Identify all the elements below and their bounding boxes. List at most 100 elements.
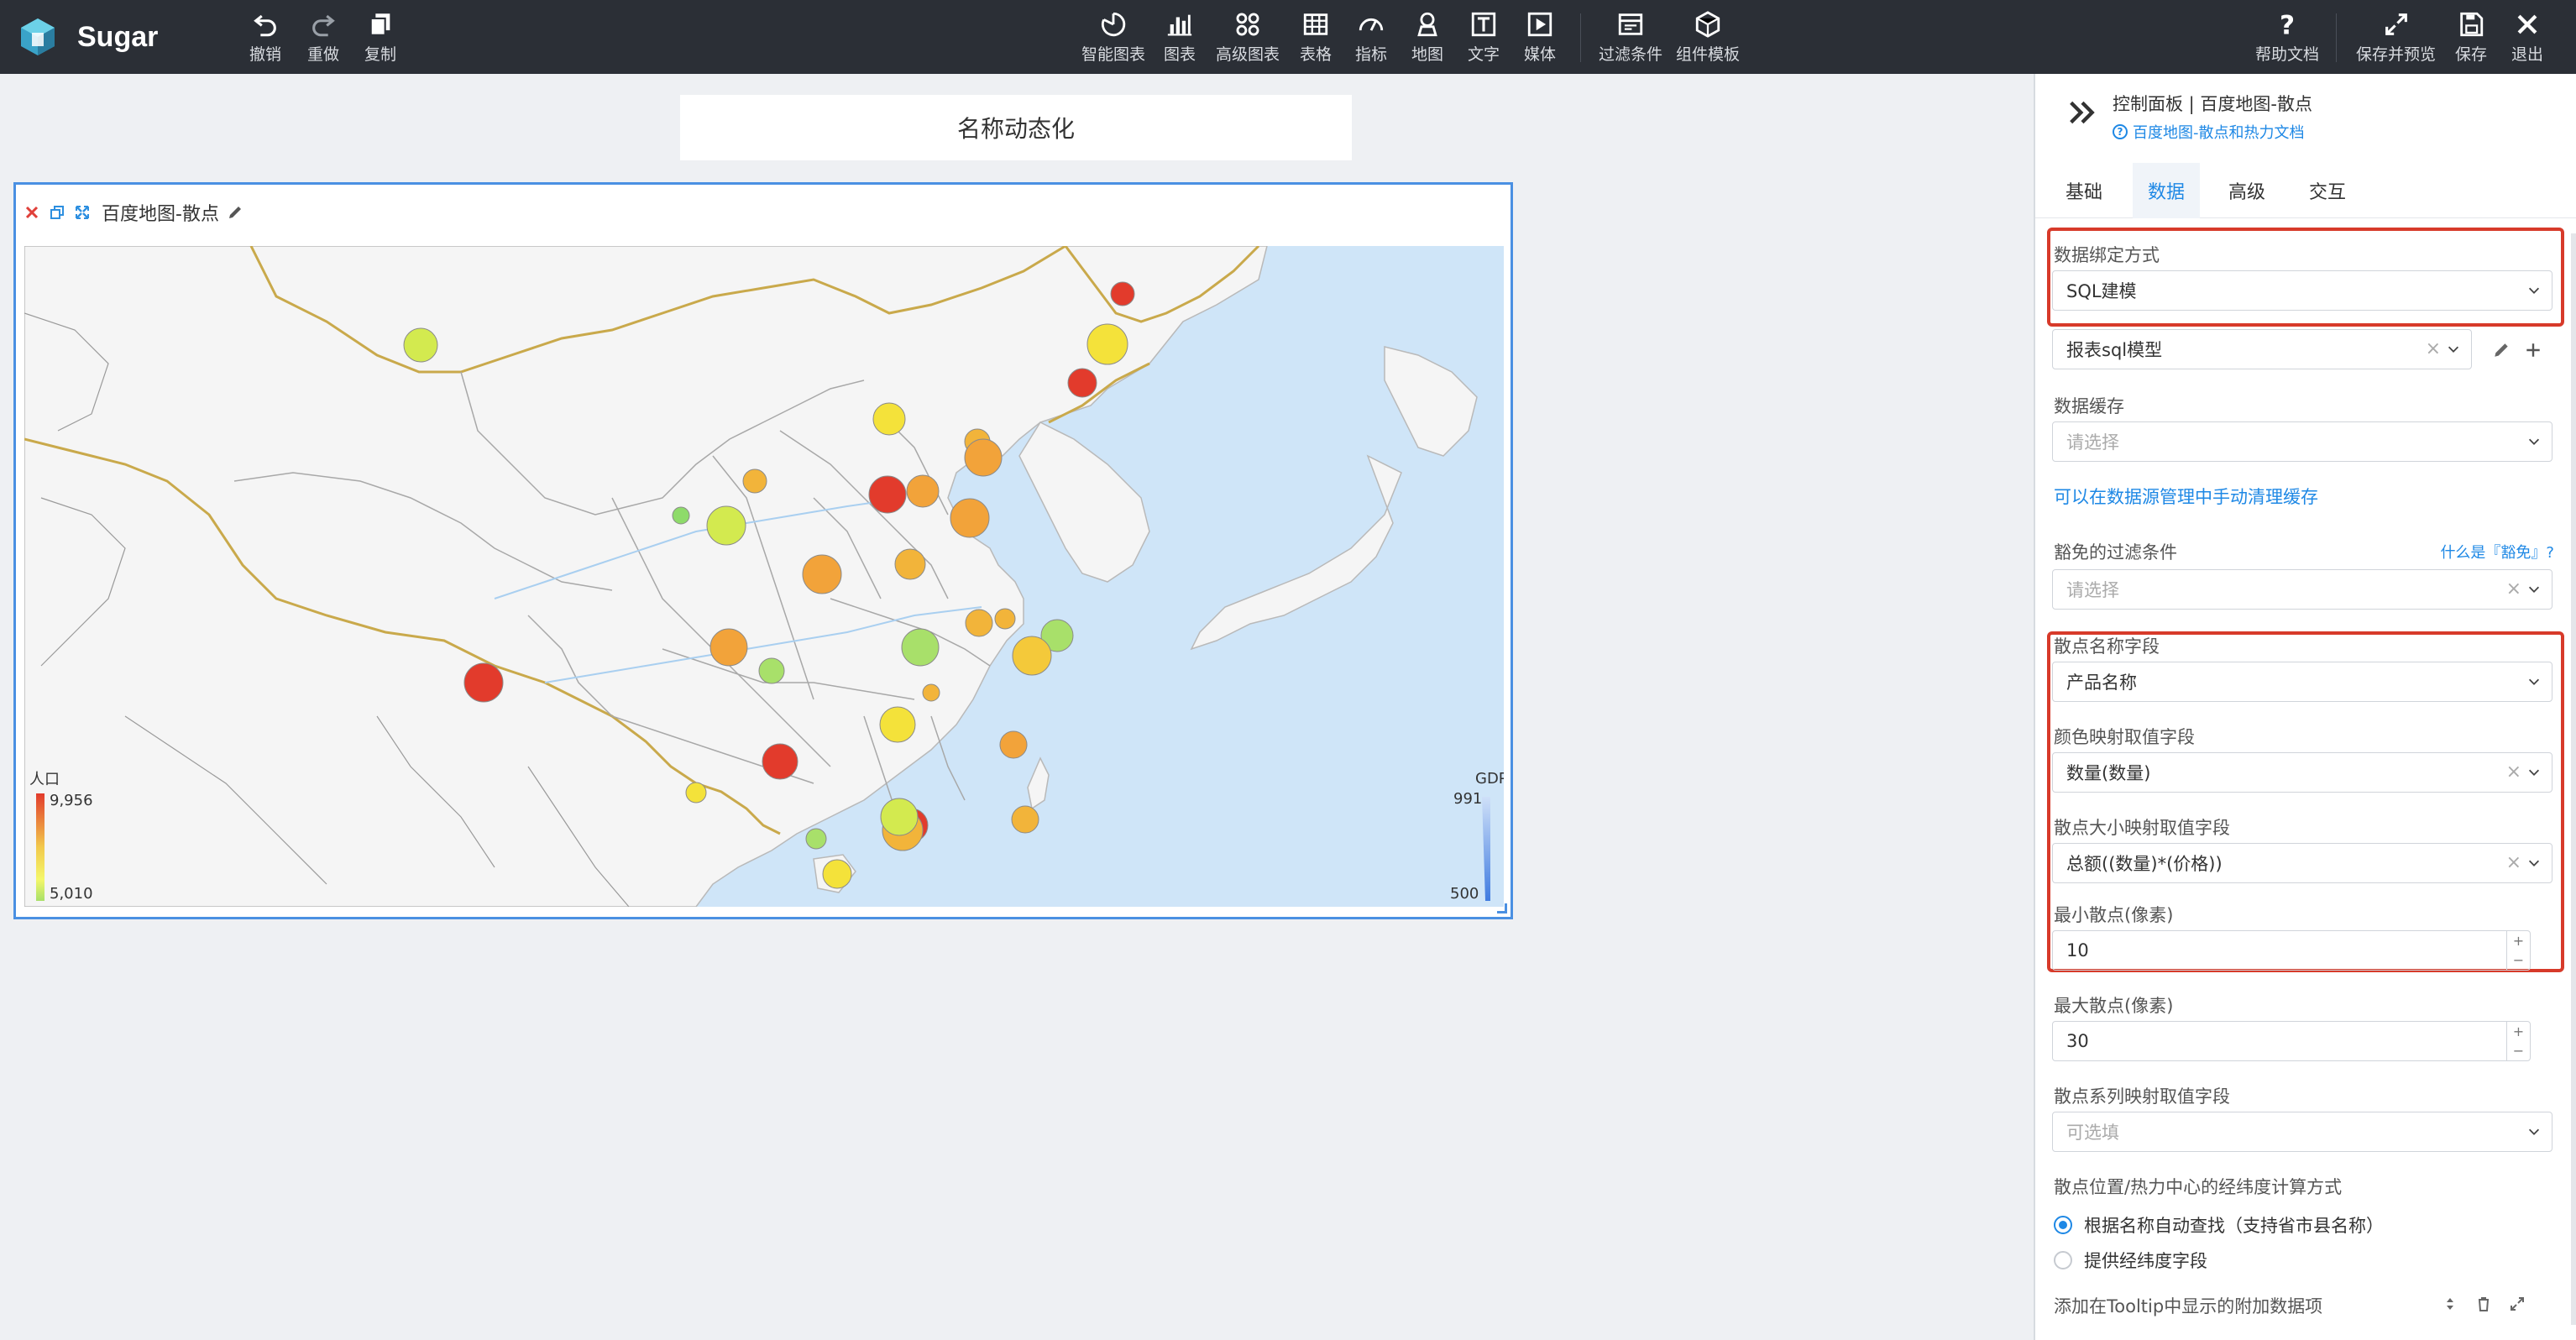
clear-icon[interactable]: ×	[2506, 762, 2521, 783]
app-logo[interactable]: Sugar	[17, 13, 158, 60]
smart-chart-button[interactable]: 智能图表	[1081, 10, 1145, 65]
trash-icon[interactable]	[2475, 1295, 2492, 1313]
min-size-stepper[interactable]: + −	[2506, 931, 2530, 970]
cache-manage-link[interactable]: 可以在数据源管理中手动清理缓存	[2054, 484, 2318, 509]
map-area[interactable]: 人口 9,956 5,010 GDP 991 500	[24, 246, 1504, 907]
panel-scrollbar[interactable]	[2571, 233, 2576, 1325]
scatter-point[interactable]	[1067, 368, 1097, 398]
geo-option-latlng[interactable]: 提供经纬度字段	[2054, 1248, 2207, 1273]
clear-icon[interactable]: ×	[2506, 852, 2521, 873]
filter-button[interactable]: 过滤条件	[1599, 10, 1662, 65]
text-button[interactable]: 文字	[1468, 10, 1500, 65]
scatter-point[interactable]	[1011, 805, 1039, 834]
doc-link-text: 百度地图-散点和热力文档	[2133, 124, 2305, 142]
resize-handle[interactable]	[1497, 903, 1507, 913]
scatter-point[interactable]	[868, 475, 907, 514]
edit-pencil-icon[interactable]	[226, 203, 244, 222]
series-select[interactable]: 可选填	[2052, 1112, 2552, 1152]
table-button[interactable]: 表格	[1300, 10, 1332, 65]
clear-icon[interactable]: ×	[2506, 578, 2521, 599]
legend-left-gradient[interactable]	[36, 793, 45, 901]
edit-model-icon[interactable]	[2492, 341, 2511, 359]
scatter-point[interactable]	[1086, 323, 1128, 365]
scatter-point[interactable]	[964, 438, 1003, 477]
map-widget[interactable]: 百度地图-散点 人口 9,956 5,010 GDP 991 500	[13, 182, 1513, 919]
chevron-down-icon	[2528, 769, 2540, 776]
advanced-chart-label: 高级图表	[1216, 45, 1280, 64]
collapse-panel-icon[interactable]	[2066, 96, 2099, 129]
scatter-point[interactable]	[706, 505, 746, 546]
tab-interaction[interactable]: 交互	[2292, 163, 2363, 218]
template-button[interactable]: 组件模板	[1676, 10, 1740, 65]
media-button[interactable]: 媒体	[1524, 10, 1556, 65]
exempt-select[interactable]: 请选择 ×	[2052, 569, 2552, 610]
sort-icon[interactable]	[2442, 1295, 2458, 1313]
scatter-point[interactable]	[999, 730, 1028, 759]
page-title-box[interactable]: 名称动态化	[680, 95, 1352, 160]
scatter-point[interactable]	[879, 706, 916, 743]
tab-data[interactable]: 数据	[2133, 163, 2200, 218]
size-field-select[interactable]: 总额((数量)*(价格)) ×	[2052, 843, 2552, 883]
tab-basic[interactable]: 基础	[2049, 163, 2119, 218]
scatter-point[interactable]	[950, 498, 990, 538]
scatter-point[interactable]	[901, 628, 940, 667]
scatter-point[interactable]	[1110, 281, 1135, 306]
color-field-select[interactable]: 数量(数量) ×	[2052, 752, 2552, 793]
advanced-chart-button[interactable]: 高级图表	[1216, 10, 1280, 65]
scatter-point[interactable]	[463, 662, 504, 703]
min-size-input[interactable]: 10 + −	[2052, 930, 2531, 971]
exit-button[interactable]: 退出	[2511, 10, 2543, 65]
smart-chart-label: 智能图表	[1081, 45, 1146, 64]
scatter-point[interactable]	[822, 859, 852, 889]
scatter-point[interactable]	[965, 609, 993, 637]
save-button[interactable]: 保存	[2455, 10, 2487, 65]
tab-advanced[interactable]: 高级	[2212, 163, 2282, 218]
scatter-point[interactable]	[994, 608, 1016, 630]
scatter-point[interactable]	[872, 402, 906, 436]
doc-link[interactable]: ? 百度地图-散点和热力文档	[2113, 121, 2305, 143]
add-model-icon[interactable]	[2524, 341, 2542, 359]
gauge-icon	[1359, 18, 1384, 31]
undo-button[interactable]: 撤销	[249, 10, 281, 65]
scatter-point[interactable]	[922, 683, 940, 702]
scatter-point[interactable]	[805, 828, 827, 850]
scatter-point[interactable]	[403, 327, 438, 363]
help-label: 帮助文档	[2255, 45, 2320, 64]
fullscreen-icon[interactable]	[73, 203, 92, 222]
text-label: 文字	[1468, 45, 1500, 64]
scatter-point[interactable]	[880, 798, 919, 836]
scatter-point[interactable]	[894, 548, 926, 580]
scatter-point[interactable]	[802, 554, 842, 594]
clear-icon[interactable]: ×	[2426, 338, 2441, 359]
geo-option-auto[interactable]: 根据名称自动查找（支持省市县名称）	[2054, 1212, 2384, 1238]
scatter-point[interactable]	[672, 506, 690, 525]
scatter-point[interactable]	[906, 474, 940, 508]
name-field-label: 散点名称字段	[2054, 636, 2160, 657]
scatter-point[interactable]	[709, 628, 748, 667]
scatter-point[interactable]	[685, 782, 707, 803]
delete-icon[interactable]	[23, 203, 41, 222]
help-button[interactable]: ? 帮助文档	[2255, 10, 2319, 65]
chart-button[interactable]: 图表	[1164, 10, 1196, 65]
name-field-select[interactable]: 产品名称	[2052, 662, 2552, 702]
scatter-point[interactable]	[762, 743, 798, 780]
copy-button[interactable]: 复制	[364, 10, 396, 65]
save-preview-button[interactable]: 保存并预览	[2356, 10, 2436, 65]
map-button[interactable]: 地图	[1411, 10, 1443, 65]
duplicate-icon[interactable]	[48, 203, 66, 222]
gauge-button[interactable]: 指标	[1355, 10, 1387, 65]
max-size-input[interactable]: 30 + −	[2052, 1021, 2531, 1061]
binding-select[interactable]: SQL建模	[2052, 270, 2552, 311]
exempt-placeholder: 请选择	[2066, 580, 2119, 600]
cache-select[interactable]: 请选择	[2052, 421, 2552, 462]
redo-button[interactable]: 重做	[307, 10, 339, 65]
max-size-stepper[interactable]: + −	[2506, 1022, 2530, 1060]
model-select[interactable]: 报表sql模型 ×	[2052, 329, 2472, 369]
text-icon	[1471, 12, 1496, 37]
exempt-help-link[interactable]: 什么是『豁免』?	[2440, 541, 2554, 563]
scatter-point[interactable]	[758, 657, 785, 684]
exempt-label: 豁免的过滤条件	[2054, 542, 2177, 563]
scatter-point[interactable]	[1012, 636, 1052, 676]
scatter-point[interactable]	[742, 468, 767, 494]
expand-field-icon[interactable]	[2509, 1295, 2526, 1313]
